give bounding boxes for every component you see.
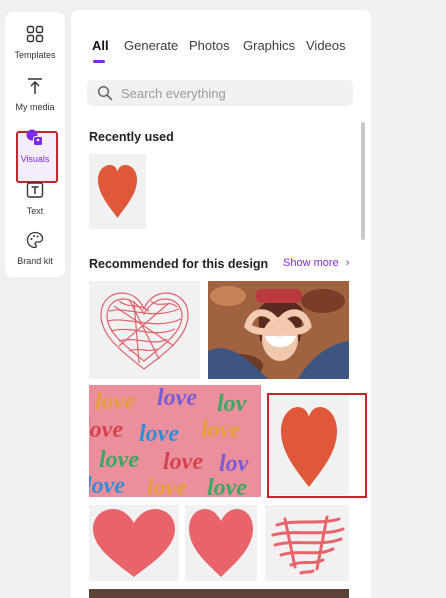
svg-text:love: love (163, 449, 203, 475)
search-icon (97, 85, 113, 101)
active-tab-indicator (93, 60, 105, 63)
tab-all[interactable]: All (92, 38, 109, 53)
upload-icon (23, 74, 47, 98)
rail-item-my-media[interactable]: My media (5, 74, 65, 126)
panel-scrollbar[interactable] (361, 122, 365, 240)
orange-heart-graphic (98, 165, 137, 218)
next-row-preview[interactable] (89, 589, 349, 598)
woman-heart-hands-image (208, 281, 349, 379)
love-balloon-pattern[interactable]: love love lov love love love love love l… (89, 385, 261, 497)
svg-text:love: love (95, 389, 135, 415)
rail-label-my-media: My media (15, 102, 55, 112)
svg-text:lov: lov (217, 391, 247, 417)
svg-text:love: love (89, 417, 123, 443)
scribble-heart-graphic[interactable] (89, 281, 200, 379)
rail-item-visuals[interactable]: Visuals (5, 126, 65, 178)
tab-photos[interactable]: Photos (189, 38, 229, 53)
tab-bar: All Generate Photos Graphics Videos (71, 38, 371, 62)
chevron-right-icon: › (345, 257, 350, 269)
svg-text:love: love (207, 475, 247, 497)
photo-woman-heart-hands[interactable] (208, 281, 349, 379)
svg-text:lov: lov (219, 451, 249, 477)
rail-label-text: Text (26, 206, 44, 216)
search-input[interactable] (119, 84, 343, 102)
scribble-heart-image (100, 292, 189, 370)
brand-kit-icon (23, 228, 47, 252)
templates-icon (23, 22, 47, 46)
visuals-panel: All Generate Photos Graphics Videos Rece… (71, 10, 371, 598)
love-pattern-image: love love lov love love love love love l… (89, 385, 261, 497)
show-more-label: Show more (283, 257, 339, 269)
svg-text:love: love (99, 447, 139, 473)
pink-heart-graphic-1[interactable] (89, 505, 179, 581)
svg-text:love: love (89, 473, 125, 497)
svg-text:love: love (157, 385, 197, 411)
pink-heart-image-1 (93, 509, 175, 577)
recent-orange-heart[interactable] (89, 154, 146, 229)
tab-generate[interactable]: Generate (124, 38, 178, 53)
svg-text:love: love (201, 417, 241, 443)
svg-text:love: love (147, 475, 187, 497)
selected-heart-highlight-box (267, 393, 367, 498)
text-icon (23, 178, 47, 202)
pink-heart-graphic-2[interactable] (185, 505, 257, 581)
rail-item-text[interactable]: Text (5, 178, 65, 230)
pink-scribble-heart-graphic[interactable] (265, 505, 349, 581)
rail-label-templates: Templates (14, 50, 56, 60)
rail-label-visuals: Visuals (20, 154, 50, 164)
svg-text:love: love (139, 421, 179, 447)
rail-item-templates[interactable]: Templates (5, 22, 65, 74)
recently-used-heading: Recently used (89, 130, 174, 144)
pink-scribble-heart-image (271, 515, 345, 575)
rail-item-brand-kit[interactable]: Brand kit (5, 228, 65, 280)
show-more-link[interactable]: Show more › (283, 257, 349, 269)
side-rail: Templates My media Visuals Text Brand ki… (5, 12, 65, 277)
tab-videos[interactable]: Videos (306, 38, 346, 53)
visuals-icon (23, 126, 47, 150)
search-bar[interactable] (87, 80, 353, 106)
tab-graphics[interactable]: Graphics (243, 38, 295, 53)
pink-heart-image-2 (189, 509, 253, 577)
rail-label-brand-kit: Brand kit (17, 256, 53, 266)
recommended-heading: Recommended for this design (89, 257, 269, 271)
